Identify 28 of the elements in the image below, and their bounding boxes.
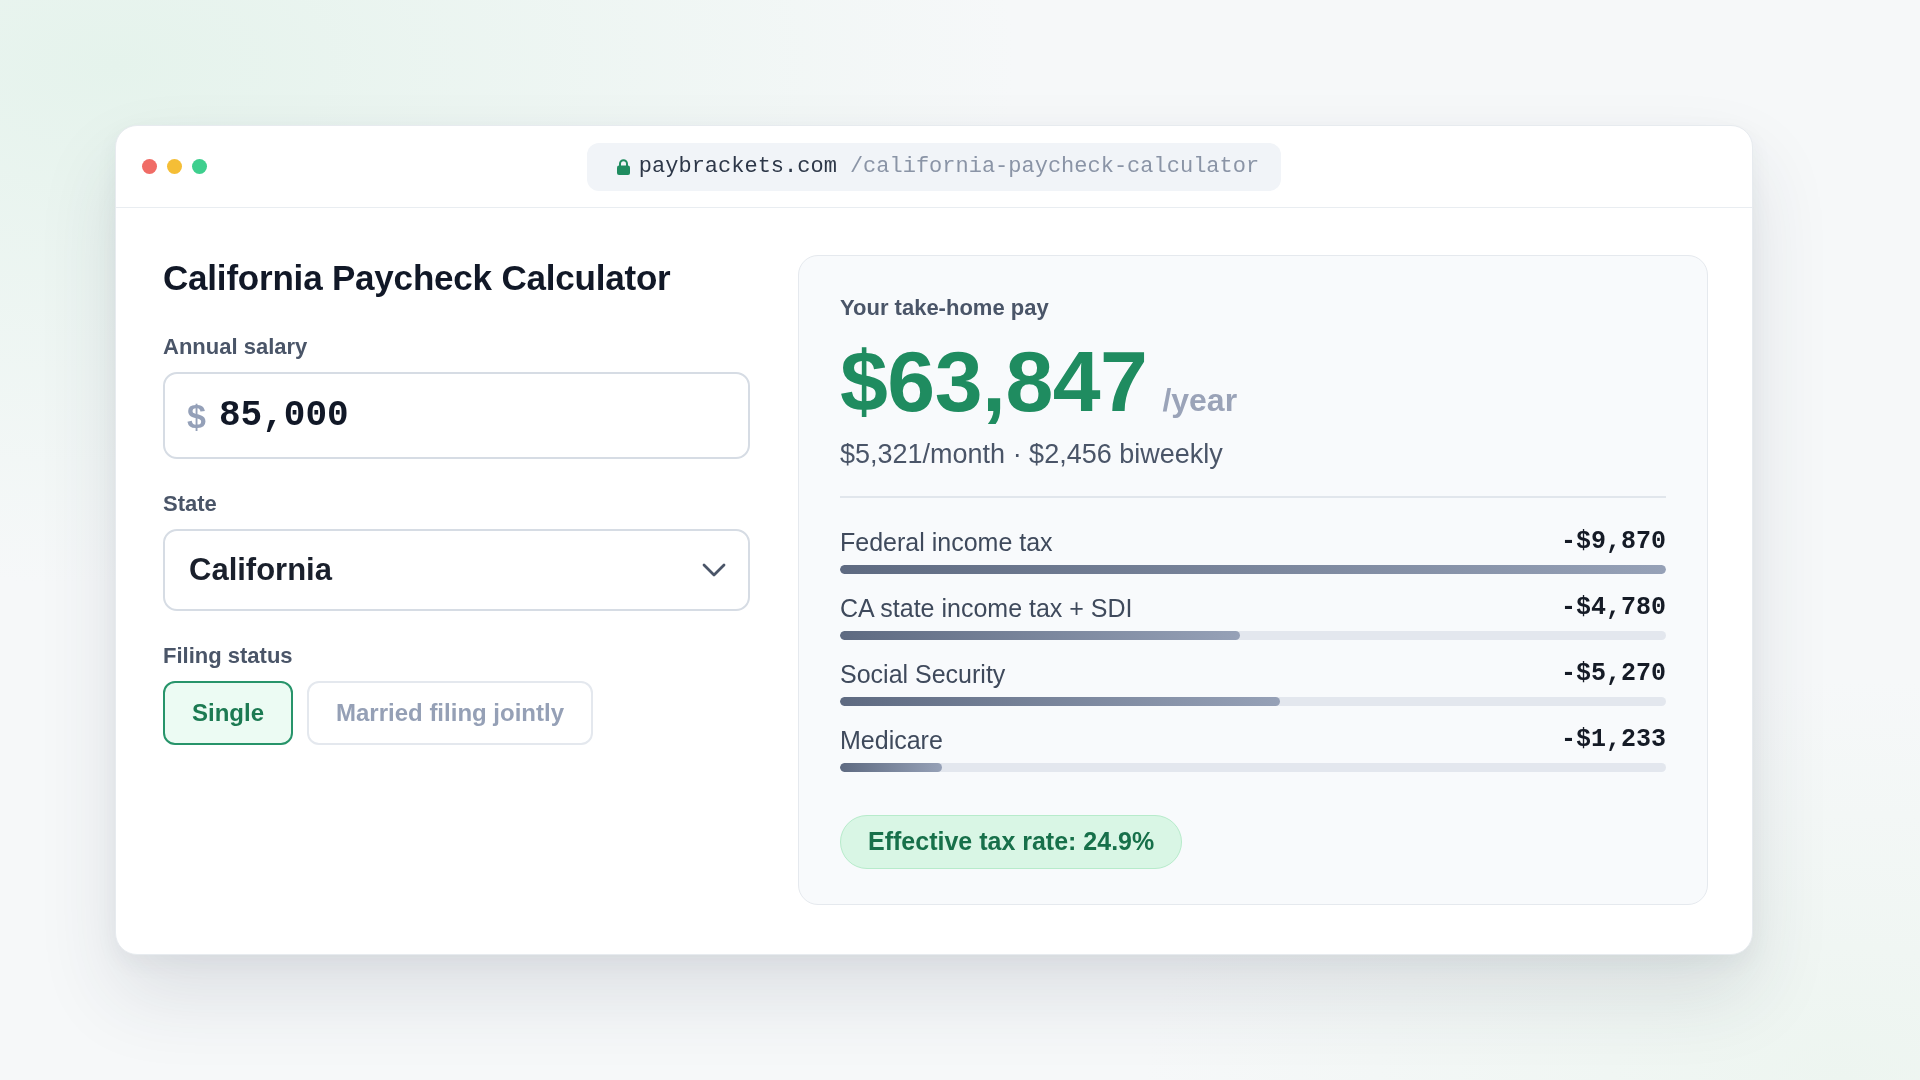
salary-label: Annual salary: [163, 334, 309, 360]
deduction-name: Social Security: [840, 659, 1006, 688]
pay-breakdown: $5,321/month · $2,456 biweekly: [840, 438, 1223, 470]
chevron-down-icon: [702, 563, 726, 577]
take-home-amount: $63,847: [840, 338, 1148, 424]
take-home-heading: Your take-home pay: [840, 295, 1049, 321]
deduction-amount: -$9,870: [1560, 527, 1666, 556]
deduction-amount: -$5,270: [1560, 659, 1666, 688]
window-maximize-icon[interactable]: [192, 159, 207, 174]
deduction-name: Medicare: [840, 725, 943, 754]
deduction-amount: -$1,233: [1560, 725, 1666, 754]
url-domain: paybrackets.com: [638, 154, 837, 179]
lock-icon: [616, 158, 630, 175]
state-select[interactable]: California: [163, 529, 750, 611]
url-path: /california-paycheck-calculator: [849, 154, 1260, 179]
deduction-amount: -$4,780: [1560, 593, 1666, 622]
address-bar[interactable]: paybrackets.com /california-paycheck-calculator: [586, 142, 1282, 191]
window-close-icon[interactable]: [142, 159, 157, 174]
state-label: State: [163, 491, 218, 517]
filing-status-label: Filing status: [163, 643, 294, 669]
deduction-name: CA state income tax + SDI: [840, 593, 1133, 622]
currency-symbol: $: [187, 395, 206, 436]
effective-tax-rate-badge: Effective tax rate: 24.9%: [840, 814, 1183, 869]
calculator-title: California Paycheck Calculator: [163, 257, 672, 299]
amount-period: /year: [1162, 382, 1238, 419]
deduction-name: Federal income tax: [840, 527, 1053, 556]
window-minimize-icon[interactable]: [167, 159, 182, 174]
filing-status-option[interactable]: Single: [163, 681, 293, 745]
